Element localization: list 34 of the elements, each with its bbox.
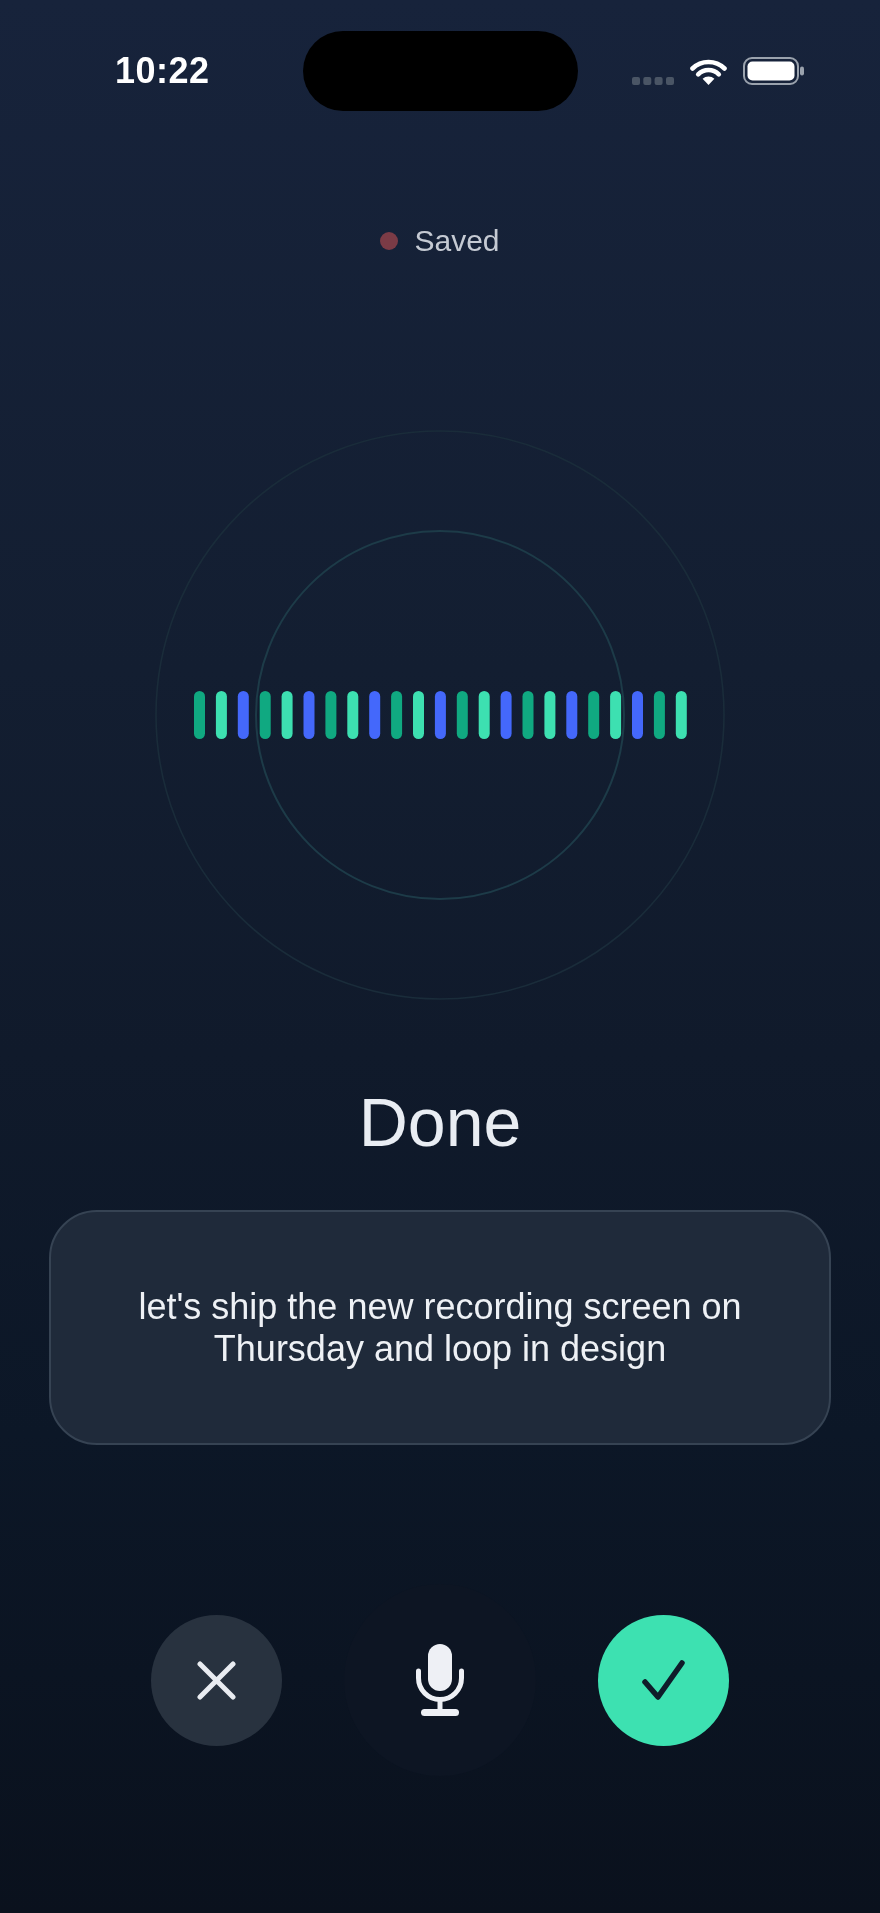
clock-time: 10:22 [114,53,210,89]
battery-icon [742,57,804,85]
waveform-bar [391,691,403,739]
waveform-bar [347,691,359,739]
waveform-bar [478,691,490,739]
waveform-bar [675,691,687,739]
waveform-bar [610,691,622,739]
waveform-bar [434,691,446,739]
signal-icon [631,77,674,85]
waveform-bar [653,691,665,739]
waveform-bar [500,691,512,739]
status-dot-icon [380,232,399,250]
waveform-bar [522,691,534,739]
close-icon [197,1660,236,1700]
waveform-bar [369,691,381,739]
microphone-icon [414,1644,466,1716]
waveform-bar [566,691,578,739]
waveform-bar [259,691,271,739]
waveform-bar [456,691,468,739]
checkmark-icon [642,1660,685,1700]
waveform-bar [325,691,337,739]
transcript-text: let's ship the new recording screen on Thursday and loop in design [137,1285,743,1370]
waveform-bar [413,691,424,739]
waveform-bar [237,691,249,739]
waveform-bar [194,691,205,739]
wifi-icon [689,59,727,85]
waveform-bar [281,691,293,739]
save-status: Saved [414,224,500,258]
waveform-bar [632,691,643,739]
waveform-bar [588,691,600,739]
waveform-bar [544,691,556,739]
waveform-bar [303,691,315,739]
status-title: Done [357,1088,523,1156]
waveform-bar [215,691,227,739]
